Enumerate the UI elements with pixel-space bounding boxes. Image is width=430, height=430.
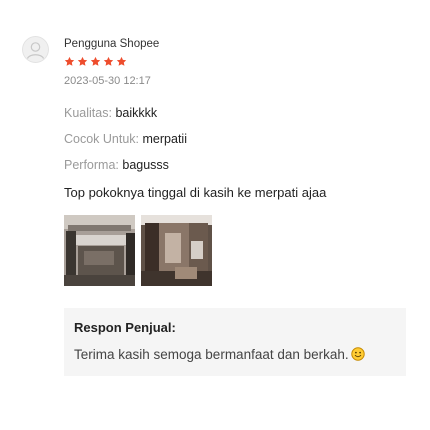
review-photo-thumbnail[interactable] — [141, 215, 212, 286]
user-avatar-icon[interactable] — [22, 36, 49, 63]
attribute-value: bagusss — [122, 158, 169, 172]
seller-reply-message: Terima kasih semoga bermanfaat dan berka… — [74, 346, 396, 364]
star-icon — [77, 56, 88, 66]
review-timestamp: 2023-05-30 12:17 — [64, 75, 151, 87]
smiley-emoji-icon — [350, 347, 365, 361]
attribute-label: Performa: — [64, 158, 119, 172]
review-body: Pengguna Shopee 2023-05-30 12:17 Kualita… — [64, 36, 424, 376]
attribute-value: baikkkk — [115, 106, 158, 120]
attribute-label: Cocok Untuk: — [64, 132, 140, 146]
review-attributes: Kualitas: baikkkk Cocok Untuk: merpatii … — [64, 106, 424, 173]
seller-reply-title: Respon Penjual: — [74, 320, 176, 335]
review-media — [64, 215, 424, 286]
attribute-label: Kualitas: — [64, 106, 112, 120]
star-icon — [64, 56, 75, 66]
review-comment: Top pokoknya tinggal di kasih ke merpati… — [64, 185, 327, 200]
review-photo-thumbnail[interactable] — [64, 215, 135, 286]
star-icon — [116, 56, 127, 66]
seller-reply: Respon Penjual: Terima kasih semoga berm… — [64, 308, 406, 376]
product-review: Pengguna Shopee 2023-05-30 12:17 Kualita… — [0, 0, 430, 430]
attribute-suitable-for: Cocok Untuk: merpatii — [64, 132, 424, 147]
star-icon — [103, 56, 114, 66]
seller-reply-text: Terima kasih semoga bermanfaat dan berka… — [74, 347, 349, 362]
reviewer-name: Pengguna Shopee — [64, 38, 160, 50]
star-icon — [90, 56, 101, 66]
attribute-performance: Performa: bagusss — [64, 158, 424, 173]
star-rating — [64, 56, 424, 68]
attribute-quality: Kualitas: baikkkk — [64, 106, 424, 121]
attribute-value: merpatii — [142, 132, 187, 146]
